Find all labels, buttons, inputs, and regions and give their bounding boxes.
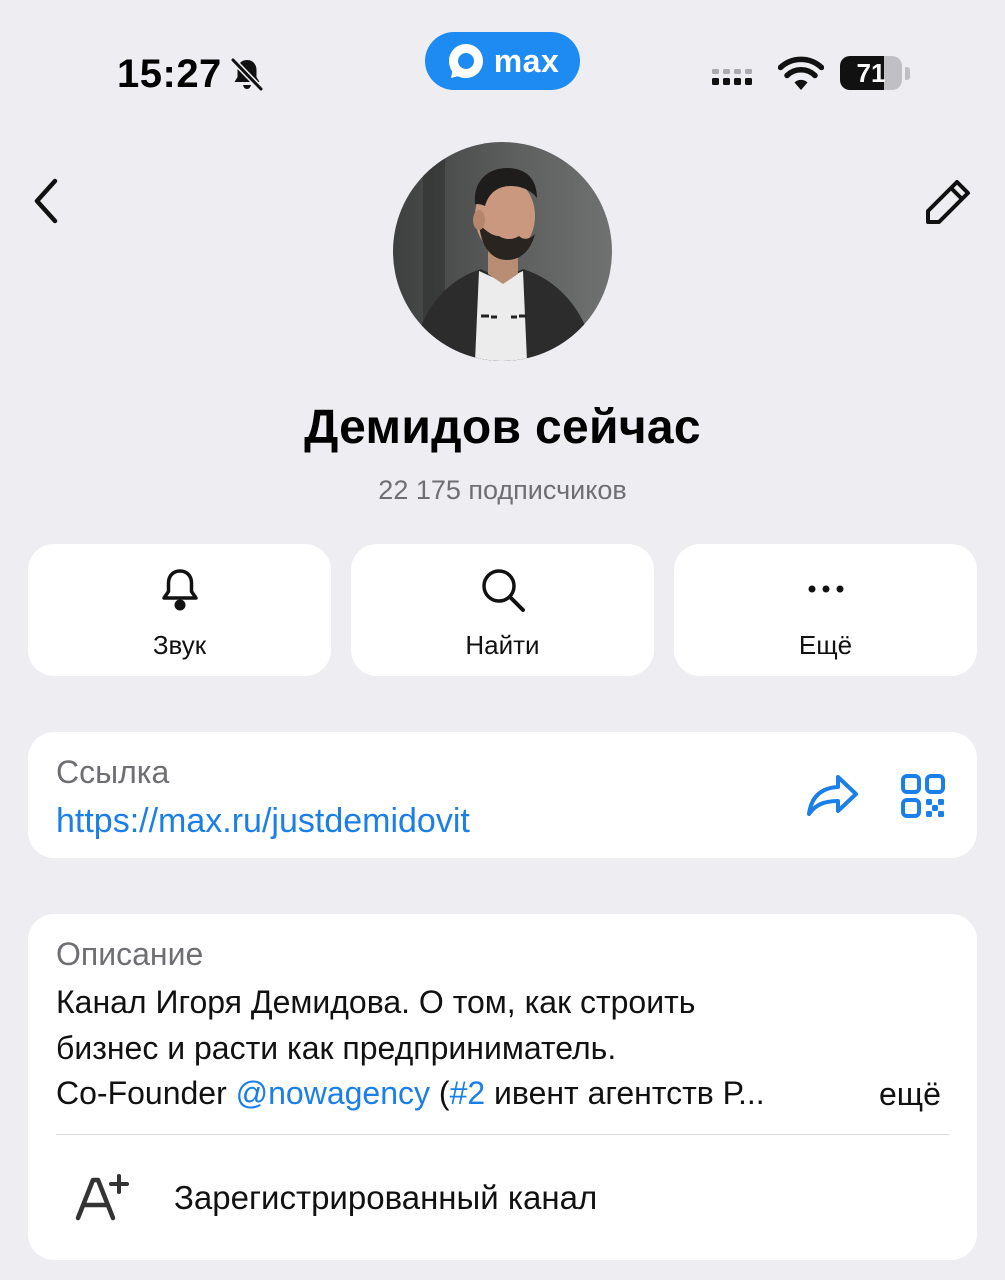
description-card: Описание Канал Игоря Демидова. О том, ка… (28, 914, 977, 1260)
bell-off-icon (230, 57, 264, 92)
more-label: Ещё (798, 630, 853, 660)
description-fragment: Co-Founder (56, 1075, 236, 1111)
description-line: Канал Игоря Демидова. О том, как строить (56, 984, 696, 1020)
max-logo-icon (448, 44, 483, 78)
status-time: 15:27 (117, 52, 222, 96)
mention-link[interactable]: @nowagency (236, 1075, 430, 1111)
channel-title: Демидов сейчас (304, 401, 701, 454)
sound-label: Звук (152, 630, 207, 660)
description-line: бизнес и расти как предприниматель. (56, 1029, 617, 1066)
show-more-link[interactable]: ещё (879, 1072, 941, 1117)
more-button[interactable]: Ещё (674, 544, 977, 676)
registered-channel-label: Зарегистрированный канал (174, 1179, 598, 1216)
description-line: Co-Founder @nowagency (#2 ивент агентств… (56, 1071, 936, 1117)
battery-level: 71 (856, 58, 886, 88)
description-caption: Описание (56, 936, 204, 972)
chevron-left-icon[interactable] (28, 175, 68, 227)
search-button[interactable]: Найти (351, 544, 654, 676)
link-card: Ссылка https://max.ru/justdemidovit (28, 732, 977, 858)
pencil-icon[interactable] (922, 176, 974, 228)
subscriber-count: 22 175 подписчиков (378, 475, 627, 505)
description-fragment: ( (430, 1075, 450, 1111)
share-arrow-icon[interactable] (806, 772, 860, 818)
channel-link[interactable]: https://max.ru/justdemidovit (56, 800, 470, 842)
ellipsis-icon (808, 585, 843, 593)
description-text: Канал Игоря Демидова. О том, как строить… (56, 980, 936, 1117)
battery-indicator: 71 (840, 56, 910, 92)
description-fragment: ивент агентств Р... (485, 1075, 765, 1111)
wifi-icon (778, 56, 824, 90)
divider (56, 1134, 949, 1135)
search-label: Найти (465, 630, 540, 660)
link-caption: Ссылка (56, 754, 170, 790)
qr-code-icon[interactable] (901, 774, 945, 818)
sound-button[interactable]: Звук (28, 544, 331, 676)
cellular-signal-icon (712, 69, 752, 85)
brand-badge: max (425, 32, 580, 90)
search-icon (481, 569, 525, 612)
hashtag-link[interactable]: #2 (450, 1075, 486, 1111)
avatar[interactable] (393, 142, 612, 361)
brand-name: max (493, 43, 560, 79)
bell-icon (161, 569, 198, 611)
registered-channel-icon (75, 1174, 129, 1221)
